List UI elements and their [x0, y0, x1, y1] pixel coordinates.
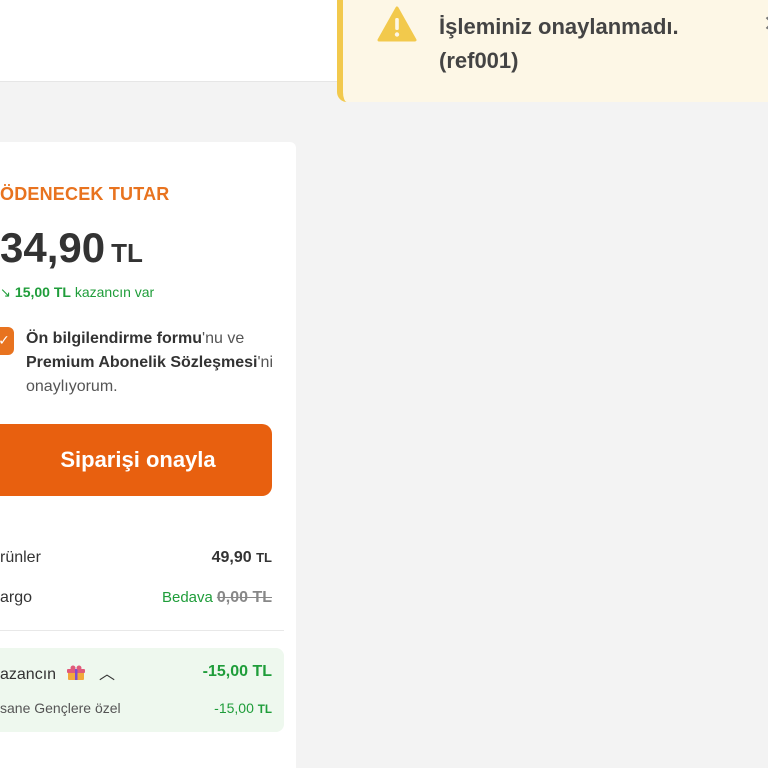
warning-icon [377, 6, 417, 42]
consent-checkbox[interactable]: ✓ [0, 327, 14, 355]
products-value: 49,90 [211, 549, 252, 566]
divider [0, 630, 284, 631]
amount-currency: TL [111, 238, 143, 268]
consent-text-part1: 'nu ve [202, 330, 245, 347]
savings-currency: TL [53, 284, 71, 300]
consent-text: Ön bilgilendirme formu'nu ve Premium Abo… [26, 327, 276, 399]
check-icon: ✓ [0, 333, 10, 349]
preinfo-form-link[interactable]: Ön bilgilendirme formu [26, 330, 202, 347]
shipping-value-wrap: Bedava 0,00 TL [162, 589, 272, 607]
savings-toggle[interactable]: azancın ︿ -15,00 TL [0, 660, 272, 684]
shipping-label: argo [0, 589, 33, 606]
products-row: rünler 49,90 TL [0, 546, 272, 570]
savings-item-label: sane Gençlere özel [0, 700, 121, 716]
savings-header: azancın ︿ [0, 660, 115, 684]
products-value-wrap: 49,90 TL [212, 549, 272, 567]
savings-label: azancın [0, 666, 57, 683]
toast-message-line2: (ref001) [439, 48, 519, 73]
error-toast: İşleminiz onaylanmadı. (ref001) ✕ [337, 0, 768, 102]
savings-note: ↘ 15,00 TL kazancın var [0, 284, 154, 301]
chevron-up-icon[interactable]: ︿ [99, 660, 115, 684]
close-icon[interactable]: ✕ [763, 12, 768, 37]
trend-down-icon: ↘ [0, 286, 11, 301]
toast-message-line1: İşleminiz onaylanmadı. [439, 14, 679, 39]
confirm-order-button[interactable]: Siparişi onayla [0, 424, 272, 496]
shipping-old-price: 0,00 TL [216, 589, 272, 606]
savings-item-value-wrap: -15,00 TL [214, 700, 272, 716]
premium-agreement-link[interactable]: Premium Abonelik Sözleşmesi [26, 354, 257, 371]
amount-due: 34,90 TL [0, 224, 143, 272]
savings-text: kazancın var [74, 284, 155, 300]
toast-message: İşleminiz onaylanmadı. (ref001) [439, 10, 729, 78]
amount-due-title: ÖDENECEK TUTAR [0, 184, 170, 204]
shipping-free: Bedava [161, 589, 213, 606]
products-currency: TL [256, 550, 272, 565]
amount-value: 34,90 [0, 224, 106, 271]
savings-item-value: -15,00 [214, 700, 254, 716]
savings-box: azancın ︿ -15,00 TL sane Gençlere özel -… [0, 648, 284, 732]
savings-item: sane Gençlere özel -15,00 TL [0, 700, 272, 716]
gift-icon [66, 665, 85, 681]
savings-total: -15,00 TL [202, 663, 272, 680]
savings-item-currency: TL [257, 703, 272, 716]
order-summary-panel: ÖDENECEK TUTAR 34,90 TL ↘ 15,00 TL kazancı… [0, 142, 296, 768]
products-label: rünler [0, 549, 41, 566]
savings-amount: 15,00 [14, 284, 50, 300]
shipping-row: argo Bedava 0,00 TL [0, 586, 272, 610]
